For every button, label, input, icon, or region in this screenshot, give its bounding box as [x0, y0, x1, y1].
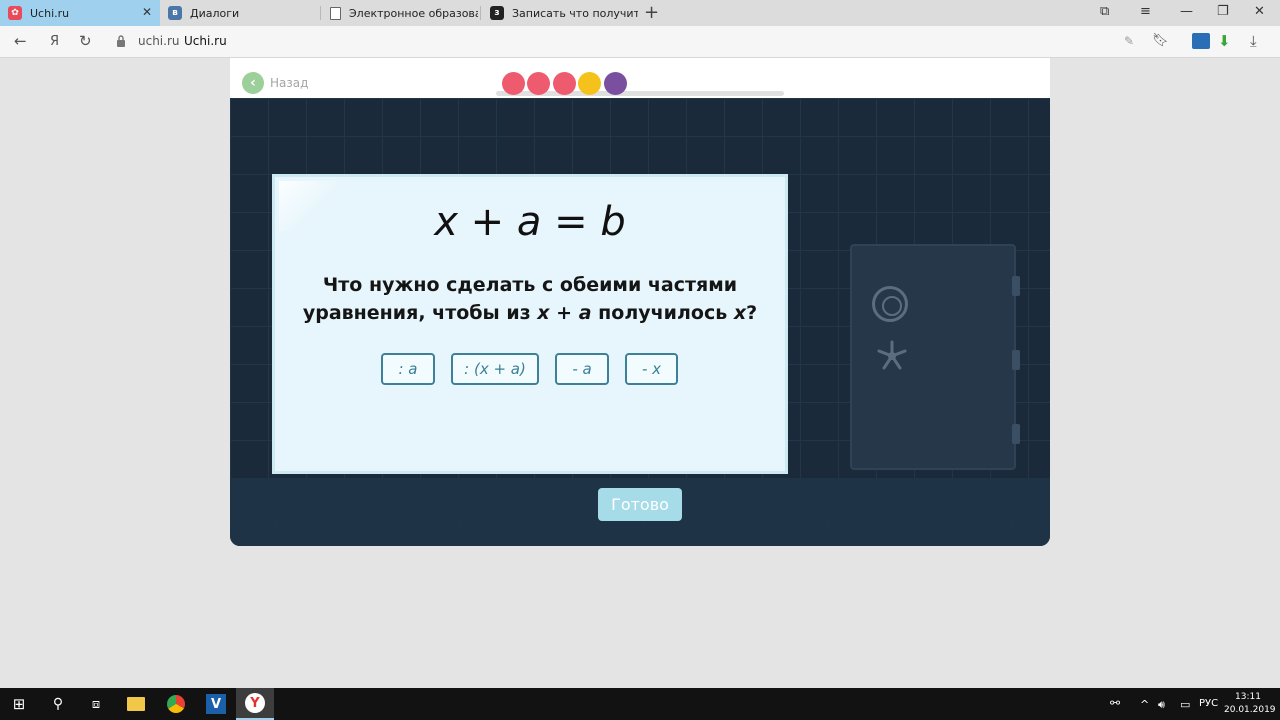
equation: x + a = b — [434, 199, 626, 245]
window-close-icon[interactable]: ✕ — [1254, 4, 1265, 19]
safe-hinge — [1012, 276, 1020, 296]
close-icon[interactable]: ✕ — [142, 5, 152, 19]
reload-icon[interactable]: ↻ — [79, 32, 92, 50]
tabs-list-icon[interactable]: ⧉ — [1100, 4, 1109, 19]
lesson-header: ‹ Назад — [230, 58, 1050, 98]
question-part: ? — [746, 302, 758, 324]
question-expression: x + a — [537, 302, 592, 324]
tab-e-education[interactable]: Электронное образовани — [322, 0, 478, 26]
answer-option-divide-a[interactable]: : a — [381, 353, 435, 385]
language-indicator[interactable]: РУС — [1199, 698, 1218, 709]
safe-door — [850, 244, 1020, 470]
answer-option-divide-x-plus-a[interactable]: : (x + a) — [451, 353, 539, 385]
new-tab-icon[interactable]: + — [644, 2, 659, 23]
safe-dial-icon — [872, 286, 908, 322]
bookmark-add-icon[interactable]: 🔖︎ — [1152, 33, 1169, 48]
back-link[interactable]: Назад — [270, 76, 308, 90]
address-bar: ← Я ↻ uchi.ru Uchi.ru ✎ 🔖︎ ⬇ ⤓ — [0, 26, 1280, 58]
tray-expand-icon[interactable]: ^ — [1140, 698, 1149, 711]
task-card: x + a = b Что нужно сделать с обеими час… — [272, 174, 788, 474]
tab-label: Диалоги — [190, 6, 240, 20]
network-icon[interactable]: ▭ — [1180, 698, 1190, 711]
answer-option-minus-a[interactable]: - a — [555, 353, 609, 385]
task-view-icon[interactable]: ⧈ — [78, 688, 114, 720]
progress-dot — [604, 72, 627, 95]
tab-label: Uchi.ru — [30, 6, 70, 20]
browser-tab-bar: ✿ Uchi.ru ✕ в Диалоги Электронное образо… — [0, 0, 1280, 26]
downloads-icon[interactable]: ⤓ — [1250, 32, 1257, 50]
back-arrow-icon[interactable]: ← — [14, 32, 27, 50]
windows-taskbar: ⊞ ⚲ ⧈ V Y ⚯ ^ 🔊︎ ▭ РУС 13:11 20.01.2019 — [0, 688, 1280, 720]
extension-icon[interactable] — [1192, 33, 1210, 49]
file-explorer-icon[interactable] — [118, 688, 154, 720]
progress-dot — [527, 72, 550, 95]
people-icon[interactable]: ⚯ — [1110, 696, 1120, 710]
tab-label: Электронное образовани — [349, 6, 478, 20]
tab-separator — [320, 6, 321, 20]
progress-dot — [553, 72, 576, 95]
clock-time: 13:11 — [1235, 692, 1261, 702]
question-text: Что нужно сделать с обеими частями уравн… — [295, 271, 765, 327]
chrome-icon[interactable] — [158, 688, 194, 720]
windows-start-icon[interactable]: ⊞ — [0, 688, 38, 720]
yandex-browser-icon[interactable]: Y — [236, 688, 274, 720]
vk-logo-icon: в — [168, 6, 182, 20]
lesson-frame: ‹ Назад x + a = b Что нужно сделать с об… — [230, 58, 1050, 546]
answer-option-minus-x[interactable]: - x — [625, 353, 678, 385]
progress-dot — [502, 72, 525, 95]
tab-uchi[interactable]: ✿ Uchi.ru ✕ — [0, 0, 160, 26]
clock[interactable]: 13:11 20.01.2019 — [1224, 691, 1276, 717]
tab-record[interactable]: з Записать что получится в — [482, 0, 638, 26]
volume-icon[interactable]: 🔊︎ — [1158, 698, 1165, 712]
bookmark-icon: з — [490, 6, 504, 20]
restore-icon[interactable]: ❐ — [1217, 4, 1229, 19]
download-manager-icon[interactable]: ⬇ — [1218, 32, 1231, 50]
lock-icon — [117, 35, 125, 47]
url-page-title[interactable]: Uchi.ru — [184, 34, 227, 48]
clock-date: 20.01.2019 — [1224, 705, 1276, 715]
menu-icon[interactable]: ≡ — [1140, 4, 1151, 19]
yandex-logo-icon[interactable]: Я — [50, 34, 59, 49]
tab-dialogs[interactable]: в Диалоги — [160, 0, 320, 26]
vault-background: x + a = b Что нужно сделать с обеими час… — [230, 98, 1050, 478]
search-icon[interactable]: ⚲ — [40, 688, 76, 720]
progress-dot — [578, 72, 601, 95]
safe-hinge — [1012, 424, 1020, 444]
back-arrow-icon[interactable]: ‹ — [242, 72, 264, 94]
app-v-icon[interactable]: V — [198, 688, 234, 720]
uchi-logo-icon: ✿ — [8, 6, 22, 20]
tab-label: Записать что получится в — [512, 6, 638, 20]
minimize-icon[interactable]: — — [1180, 4, 1193, 19]
safe-handle-icon — [877, 340, 907, 370]
question-part: получилось — [591, 302, 734, 324]
done-button[interactable]: Готово — [598, 488, 682, 521]
page-icon — [330, 6, 341, 20]
url-domain[interactable]: uchi.ru — [138, 34, 180, 48]
question-variable: x — [733, 302, 747, 324]
protect-icon[interactable]: ✎ — [1124, 34, 1134, 48]
safe-hinge — [1012, 350, 1020, 370]
tab-separator — [480, 6, 481, 20]
